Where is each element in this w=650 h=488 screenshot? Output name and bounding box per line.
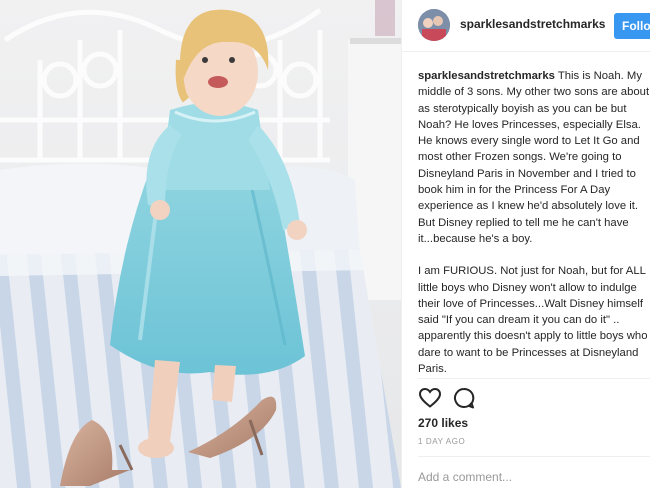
comment-bubble-icon[interactable] [452,386,476,410]
avatar[interactable] [418,9,450,41]
username-link[interactable]: sparklesandstretchmarks [460,17,605,31]
caption-text-1: This is Noah. My middle of 3 sons. My ot… [418,70,650,245]
post-side-panel: sparklesandstretchmarks Follow sparklesa… [401,0,650,488]
post-timestamp: 1 DAY AGO [418,437,466,446]
follow-button[interactable]: Follow [614,13,650,39]
divider [418,378,650,379]
divider [418,456,650,457]
likes-count[interactable]: 270 likes [418,416,468,430]
caption-text-2: I am FURIOUS. Not just for Noah, but for… [418,265,648,376]
comment-input[interactable]: Add a comment... [418,470,512,484]
caption-username[interactable]: sparklesandstretchmarks [418,70,555,82]
heart-icon[interactable] [418,386,442,410]
avatar-image [418,9,450,41]
caption-paragraph-1: sparklesandstretchmarks This is Noah. My… [418,68,650,247]
caption-paragraph-2: I am FURIOUS. Not just for Noah, but for… [418,263,650,377]
photo-child-in-princess-dress [0,0,401,488]
post-photo[interactable] [0,0,401,488]
post-header: sparklesandstretchmarks Follow [402,0,650,52]
post-caption: sparklesandstretchmarks This is Noah. My… [418,68,650,393]
